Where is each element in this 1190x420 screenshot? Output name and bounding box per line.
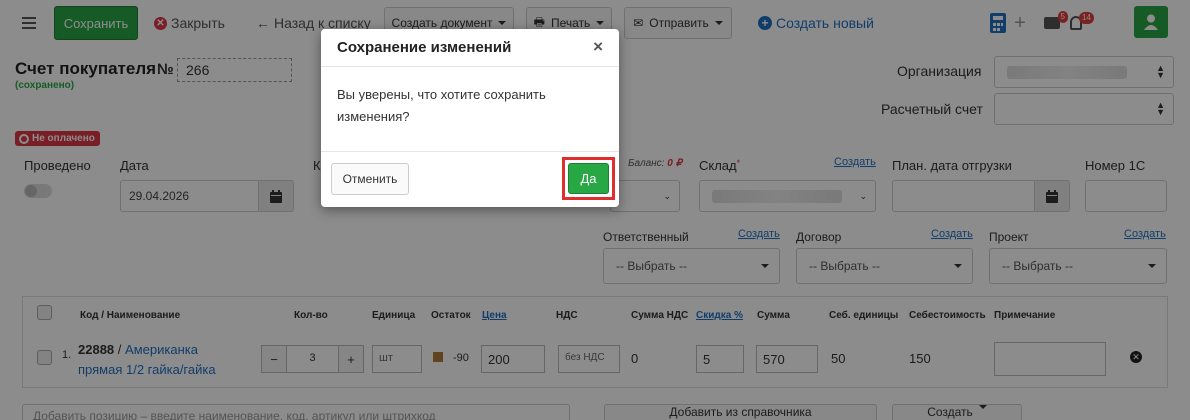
- dialog-title: Сохранение изменений: [337, 39, 512, 56]
- close-icon[interactable]: ×: [593, 37, 603, 57]
- dialog-divider: [321, 151, 619, 152]
- save-confirm-dialog: Сохранение изменений × Вы уверены, что х…: [321, 29, 619, 207]
- confirm-yes-button[interactable]: Да: [568, 163, 609, 194]
- cancel-button[interactable]: Отменить: [331, 163, 409, 195]
- confirm-highlight: Да: [562, 157, 615, 200]
- dialog-divider: [321, 66, 619, 67]
- dialog-message: Вы уверены, что хотите сохранить изменен…: [337, 87, 546, 124]
